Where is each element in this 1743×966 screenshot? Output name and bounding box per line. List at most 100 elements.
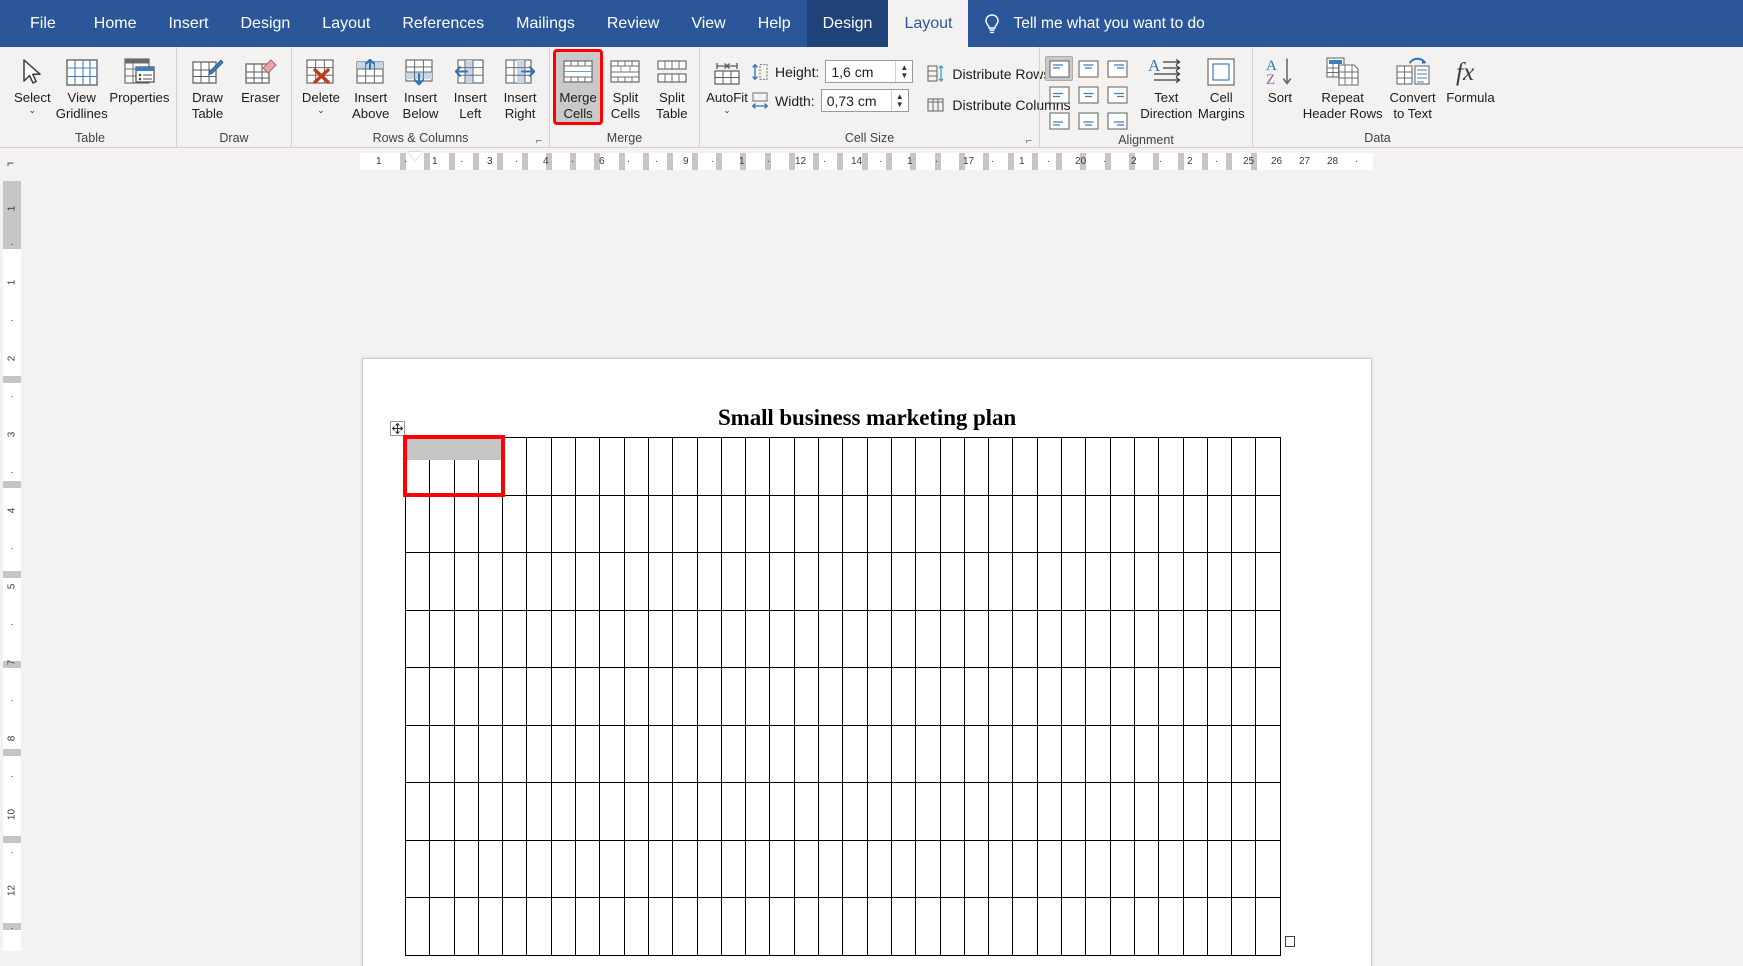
table-cell[interactable] bbox=[1159, 783, 1183, 841]
table-cell[interactable] bbox=[819, 553, 843, 611]
tab-layout[interactable]: Layout bbox=[306, 0, 386, 47]
table-cell[interactable] bbox=[1086, 495, 1110, 553]
table-cell[interactable] bbox=[478, 553, 502, 611]
ruler-column-marker[interactable] bbox=[862, 153, 868, 170]
table-cell[interactable] bbox=[819, 438, 843, 496]
table-cell[interactable] bbox=[478, 840, 502, 898]
convert-to-text-button[interactable]: Convert to Text bbox=[1383, 51, 1442, 123]
ruler-row-marker[interactable] bbox=[3, 481, 21, 488]
table-cell[interactable] bbox=[940, 438, 964, 496]
table-cell[interactable] bbox=[624, 495, 648, 553]
table-cell[interactable] bbox=[1207, 840, 1231, 898]
table-cell[interactable] bbox=[1062, 610, 1086, 668]
table-cell[interactable] bbox=[721, 725, 745, 783]
table-cell[interactable] bbox=[454, 668, 478, 726]
table-cell[interactable] bbox=[624, 553, 648, 611]
table-cell[interactable] bbox=[1037, 783, 1061, 841]
tab-review[interactable]: Review bbox=[591, 0, 675, 47]
table-cell[interactable] bbox=[551, 610, 575, 668]
table-cell[interactable] bbox=[1134, 840, 1158, 898]
table-cell[interactable] bbox=[940, 668, 964, 726]
ruler-column-marker[interactable] bbox=[643, 153, 649, 170]
table-cell[interactable] bbox=[624, 783, 648, 841]
table-cell[interactable] bbox=[867, 783, 891, 841]
sort-button[interactable]: A Z Sort bbox=[1258, 51, 1302, 107]
table-cell[interactable] bbox=[1086, 898, 1110, 956]
table-cell[interactable] bbox=[551, 438, 575, 496]
table-cell[interactable] bbox=[503, 725, 527, 783]
table-cell[interactable] bbox=[964, 668, 988, 726]
table-cell[interactable] bbox=[940, 495, 964, 553]
table-cell[interactable] bbox=[454, 783, 478, 841]
table-cell[interactable] bbox=[891, 553, 915, 611]
table-cell[interactable] bbox=[430, 783, 454, 841]
table-cell[interactable] bbox=[770, 495, 794, 553]
table-cell[interactable] bbox=[989, 495, 1013, 553]
table-cell[interactable] bbox=[1159, 668, 1183, 726]
table-cell[interactable] bbox=[794, 438, 818, 496]
table-cell[interactable] bbox=[697, 495, 721, 553]
table-cell[interactable] bbox=[1207, 610, 1231, 668]
table-row[interactable] bbox=[406, 610, 1281, 668]
table-cell[interactable] bbox=[794, 725, 818, 783]
table-cell[interactable] bbox=[527, 783, 551, 841]
table-cell[interactable] bbox=[527, 725, 551, 783]
table-cell[interactable] bbox=[1037, 725, 1061, 783]
table-cell[interactable] bbox=[1037, 668, 1061, 726]
indent-marker[interactable] bbox=[408, 152, 422, 161]
row-height-stepper[interactable]: 1,6 cm ▲▼ bbox=[825, 60, 913, 83]
table-cell[interactable] bbox=[721, 898, 745, 956]
table-cell[interactable] bbox=[1110, 898, 1134, 956]
table-cell[interactable] bbox=[527, 610, 551, 668]
table-cell[interactable] bbox=[576, 840, 600, 898]
table-cell[interactable] bbox=[1159, 438, 1183, 496]
table-cell[interactable] bbox=[478, 610, 502, 668]
tab-references[interactable]: References bbox=[386, 0, 500, 47]
ruler-column-marker[interactable] bbox=[667, 153, 673, 170]
ruler-column-marker[interactable] bbox=[619, 153, 625, 170]
table-cell[interactable] bbox=[697, 553, 721, 611]
table-cell[interactable] bbox=[503, 495, 527, 553]
table-cell[interactable] bbox=[1134, 610, 1158, 668]
table-cell[interactable] bbox=[746, 668, 770, 726]
table-cell[interactable] bbox=[843, 495, 867, 553]
table-cell[interactable] bbox=[770, 840, 794, 898]
insert-left-button[interactable]: Insert Left bbox=[446, 51, 494, 123]
table-cell[interactable] bbox=[867, 668, 891, 726]
table-cell[interactable] bbox=[819, 610, 843, 668]
table-cell[interactable] bbox=[989, 725, 1013, 783]
table-cell[interactable] bbox=[1086, 438, 1110, 496]
dialog-launcher-icon[interactable]: ⌐ bbox=[1023, 134, 1035, 146]
table-cell[interactable] bbox=[406, 783, 430, 841]
table-cell[interactable] bbox=[1134, 898, 1158, 956]
table-cell[interactable] bbox=[940, 553, 964, 611]
table-cell[interactable] bbox=[1110, 610, 1134, 668]
chevron-down-icon[interactable]: ⌄ bbox=[29, 106, 37, 114]
table-cell[interactable] bbox=[867, 610, 891, 668]
table-cell[interactable] bbox=[867, 898, 891, 956]
table-cell[interactable] bbox=[1183, 783, 1207, 841]
table-cell[interactable] bbox=[1183, 668, 1207, 726]
table-cell[interactable] bbox=[916, 610, 940, 668]
table-cell[interactable] bbox=[430, 553, 454, 611]
table-cell[interactable] bbox=[1134, 725, 1158, 783]
delete-button[interactable]: Delete ⌄ bbox=[297, 51, 345, 116]
tab-view[interactable]: View bbox=[675, 0, 741, 47]
ruler-column-marker[interactable] bbox=[716, 153, 722, 170]
table-cell[interactable] bbox=[551, 668, 575, 726]
select-button[interactable]: Select ⌄ bbox=[9, 51, 56, 116]
table-cell[interactable] bbox=[697, 840, 721, 898]
table-cell[interactable] bbox=[551, 898, 575, 956]
table-cell[interactable] bbox=[989, 668, 1013, 726]
table-cell[interactable] bbox=[1159, 495, 1183, 553]
tab-design[interactable]: Design bbox=[224, 0, 306, 47]
table-cell[interactable] bbox=[624, 438, 648, 496]
table-cell[interactable] bbox=[600, 725, 624, 783]
table-cell[interactable] bbox=[454, 898, 478, 956]
table-cell[interactable] bbox=[891, 898, 915, 956]
chevron-down-icon[interactable]: ⌄ bbox=[317, 106, 325, 114]
table-cell[interactable] bbox=[916, 553, 940, 611]
insert-above-button[interactable]: Insert Above bbox=[347, 51, 395, 123]
table-cell[interactable] bbox=[648, 725, 672, 783]
table-cell[interactable] bbox=[1207, 438, 1231, 496]
